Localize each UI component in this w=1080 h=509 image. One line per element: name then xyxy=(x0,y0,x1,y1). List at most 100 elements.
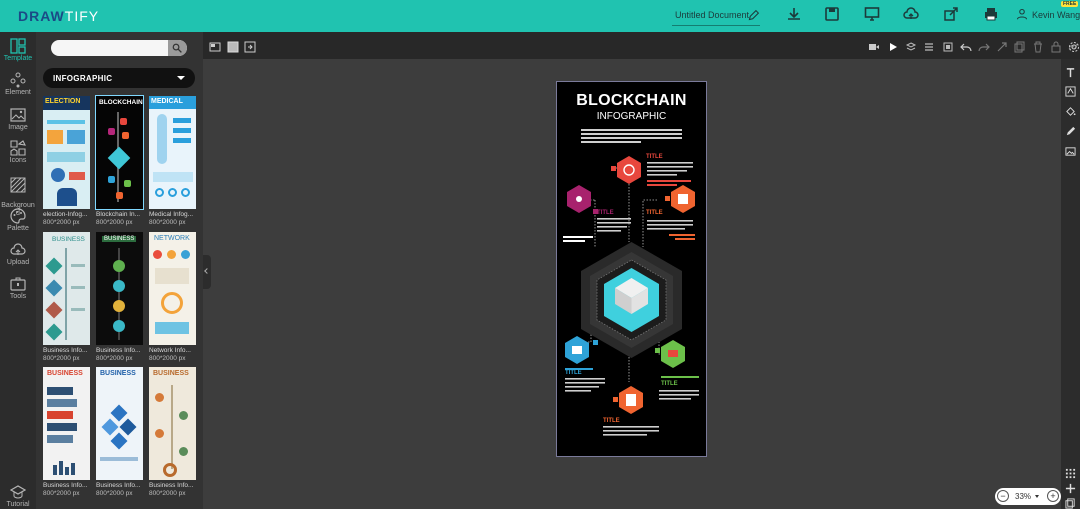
rail-label-tutorial: Tutorial xyxy=(6,501,30,508)
template-name: election-Infog... xyxy=(43,211,88,218)
video-icon[interactable] xyxy=(868,40,880,52)
rail-item-tools[interactable]: Tools xyxy=(0,276,36,300)
add-page-icon[interactable] xyxy=(1065,481,1076,494)
copy-icon[interactable] xyxy=(1014,40,1026,53)
thumbnail-title: BUSINESS xyxy=(102,236,137,242)
image-icon xyxy=(10,108,26,122)
template-size: 800*2000 px xyxy=(43,219,80,226)
zoom-level-select[interactable]: 33% xyxy=(1015,492,1031,501)
template-card[interactable]: BUSINESS Business Info... 800*2000 px xyxy=(96,232,143,362)
download-icon[interactable] xyxy=(786,6,802,22)
tools-icon xyxy=(10,277,26,291)
template-thumbnail: BUSINESS xyxy=(43,232,90,345)
grid-icon[interactable] xyxy=(1065,466,1076,479)
zoom-in-button[interactable]: + xyxy=(1047,490,1059,502)
template-thumbnail: BUSINESS xyxy=(149,367,196,480)
zoom-control: − 33% + xyxy=(995,488,1061,505)
logo-text-a: DRAW xyxy=(18,8,65,24)
pen-tool-icon[interactable] xyxy=(1065,124,1076,136)
design-subtitle[interactable]: INFOGRAPHIC xyxy=(557,111,706,122)
rail-label-element: Element xyxy=(5,89,31,96)
ai-text-icon[interactable] xyxy=(1065,84,1076,97)
fill-bucket-icon[interactable] xyxy=(1065,104,1076,116)
thumbnail-title: NETWORK xyxy=(154,235,190,242)
design-title[interactable]: BLOCKCHAIN xyxy=(557,92,706,110)
element-icon xyxy=(10,72,26,88)
undo-icon[interactable] xyxy=(960,40,972,52)
duplicate-page-icon[interactable] xyxy=(1065,496,1076,509)
template-card[interactable]: BUSINESS Business Info... 800*2000 px xyxy=(149,367,196,497)
template-search-input[interactable] xyxy=(51,40,187,56)
palette-icon xyxy=(10,208,26,224)
rail-item-tutorial[interactable]: Tutorial xyxy=(0,484,36,508)
share-icon[interactable] xyxy=(943,6,959,22)
node-title-1[interactable]: TITLE xyxy=(646,154,663,160)
save-icon[interactable] xyxy=(824,6,840,22)
template-size: 800*2000 px xyxy=(96,355,133,362)
rail-label-icons: Icons xyxy=(9,157,27,164)
zoom-out-button[interactable]: − xyxy=(997,490,1009,502)
node-title-4[interactable]: TITLE xyxy=(565,370,582,376)
template-thumbnail: ELECTION xyxy=(43,96,90,209)
template-icon xyxy=(10,38,26,54)
cloud-upload-icon[interactable] xyxy=(903,6,919,22)
redo-icon[interactable] xyxy=(978,40,990,52)
node-title-3[interactable]: TITLE xyxy=(646,210,663,216)
rail-item-icons[interactable]: Icons xyxy=(0,140,36,164)
template-name: Medical Infog... xyxy=(149,211,194,218)
search-button[interactable] xyxy=(168,40,187,56)
logo[interactable]: DRAWTIFY xyxy=(18,8,99,24)
rail-label-image: Image xyxy=(8,124,28,131)
text-tool-icon[interactable] xyxy=(1065,65,1076,78)
rail-item-palette[interactable]: Palette xyxy=(0,208,36,232)
template-card[interactable]: ELECTION election-Infog... 800*2000 px xyxy=(43,96,90,226)
rail-label-upload: Upload xyxy=(6,259,30,266)
template-thumbnail: BUSINESS xyxy=(96,367,143,480)
rail-label-template: Template xyxy=(3,55,33,62)
node-title-6[interactable]: TITLE xyxy=(603,418,620,424)
position-icon[interactable] xyxy=(942,40,954,52)
edit-pencil-icon[interactable] xyxy=(747,9,760,22)
lock-icon[interactable] xyxy=(1050,40,1062,53)
settings-gear-icon[interactable] xyxy=(1068,40,1080,52)
template-card[interactable]: BUSINESS Business Info... 800*2000 px xyxy=(96,367,143,497)
category-dropdown[interactable]: INFOGRAPHIC xyxy=(43,68,195,88)
play-icon[interactable] xyxy=(887,40,899,52)
template-card[interactable]: NETWORK Network Info... 800*2000 px xyxy=(149,232,196,362)
node-title-5[interactable]: TITLE xyxy=(661,381,678,387)
template-size: 800*2000 px xyxy=(96,490,133,497)
user-name: Kevin Wang xyxy=(1032,10,1080,20)
rail-item-template[interactable]: Template xyxy=(0,38,36,62)
template-card[interactable]: BUSINESS Business Info... 800*2000 px xyxy=(43,367,90,497)
rail-item-image[interactable]: Image xyxy=(0,107,36,131)
template-size: 800*2000 px xyxy=(43,490,80,497)
user-icon xyxy=(1016,8,1028,20)
template-card[interactable]: BUSINESS Business Info... 800*2000 px xyxy=(43,232,90,362)
layers-icon[interactable] xyxy=(905,40,917,52)
icons-icon xyxy=(10,140,26,156)
thumbnail-title: BUSINESS xyxy=(153,370,189,377)
infographic-artwork[interactable] xyxy=(557,82,706,456)
logo-text-b: TIFY xyxy=(64,8,100,24)
align-icon[interactable] xyxy=(923,40,935,52)
design-page[interactable]: BLOCKCHAIN INFOGRAPHIC TITLE TITLE TITLE… xyxy=(556,81,707,457)
user-menu[interactable]: Kevin Wang xyxy=(1016,8,1080,22)
template-card[interactable]: MEDICAL Medical Infog... 800*2000 px xyxy=(149,96,196,226)
fit-screen-icon[interactable] xyxy=(209,40,221,52)
delete-icon[interactable] xyxy=(1032,40,1044,53)
share-path-icon[interactable] xyxy=(996,40,1008,52)
zoom-chevron-down-icon[interactable] xyxy=(1035,495,1039,498)
present-monitor-icon[interactable] xyxy=(864,6,880,22)
thumbnail-title: BLOCKCHAIN xyxy=(99,99,143,106)
rail-item-upload[interactable]: Upload xyxy=(0,242,36,266)
template-name: Blockchain In... xyxy=(96,211,141,218)
resize-canvas-icon[interactable] xyxy=(244,40,256,53)
node-title-2[interactable]: TITLE xyxy=(597,210,614,216)
template-card[interactable]: BLOCKCHAIN Blockchain In... 800*2000 px xyxy=(95,95,144,226)
print-icon[interactable] xyxy=(983,6,999,22)
background-color-icon[interactable] xyxy=(227,40,239,53)
document-title-field[interactable]: Untitled Document xyxy=(672,8,760,26)
panel-collapse-handle[interactable] xyxy=(203,255,211,289)
rail-item-element[interactable]: Element xyxy=(0,72,36,96)
image-filter-icon[interactable] xyxy=(1065,144,1076,156)
